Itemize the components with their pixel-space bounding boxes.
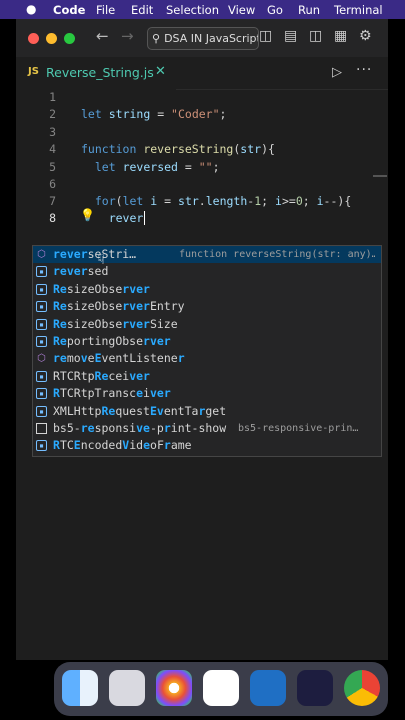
run-icon[interactable]: ▷ — [332, 65, 342, 80]
suggestion-label: XMLHttpRequestEventTarget — [53, 403, 227, 418]
menu-edit[interactable]: Edit — [131, 3, 153, 17]
suggestion-label: bs5-responsive-print-show — [53, 420, 227, 435]
variable-icon: ▪ — [36, 405, 47, 417]
menu-view[interactable]: View — [228, 3, 255, 17]
customize-layout-icon[interactable]: ▦ — [334, 28, 347, 44]
suggestion-item[interactable]: ▪ ReportingObserver — [33, 333, 381, 350]
method-icon: ⬡ — [37, 249, 46, 260]
menu-run[interactable]: Run — [298, 3, 320, 17]
suggestion-label: ResizeObserverSize — [53, 316, 178, 331]
variable-icon: ▪ — [36, 266, 47, 278]
close-tab-icon[interactable]: ✕ — [155, 64, 166, 79]
more-actions-icon[interactable]: ··· — [356, 62, 372, 78]
vscode-icon[interactable] — [250, 670, 286, 706]
suggestion-detail: function reverseString(str: any)… — [179, 249, 375, 260]
title-bar: ← → ⚲ DSA IN JavaScript ◫ ▤ ◫ ▦ ⚙ — [16, 19, 388, 57]
search-icon: ⚲ — [152, 32, 161, 45]
launchpad-icon[interactable] — [109, 670, 145, 706]
method-icon: ⬡ — [37, 353, 46, 365]
media-app-icon[interactable] — [297, 670, 333, 706]
suggestion-detail: bs5-responsive-prin… — [238, 422, 359, 434]
variable-icon: ▪ — [36, 370, 47, 382]
back-arrow-icon[interactable]: ← — [96, 27, 109, 45]
line-number: 5 — [49, 160, 56, 174]
menu-terminal[interactable]: Terminal — [334, 3, 383, 17]
code-line-5: let reversed = ""; — [94, 160, 220, 174]
code-line-2: let string = "Coder"; — [81, 107, 227, 121]
suggestion-item[interactable]: ▪ RTCRtpTransceiver — [33, 385, 381, 402]
suggestion-label: RTCRtpTransceiver — [53, 386, 171, 401]
workspace-name: DSA IN JavaScript — [164, 32, 259, 45]
menu-bar: ● Code File Edit Selection View Go Run T… — [0, 0, 405, 19]
suggestion-label: ReportingObserver — [53, 333, 171, 348]
line-number: 4 — [49, 142, 56, 156]
settings-gear-icon[interactable]: ⚙ — [359, 28, 372, 44]
line-number: 2 — [49, 107, 56, 121]
suggestion-label: ResizeObserver — [53, 281, 150, 296]
variable-icon: ▪ — [36, 318, 47, 330]
minimize-window-button[interactable] — [46, 33, 57, 44]
variable-icon: ▪ — [36, 301, 47, 313]
suggestion-item[interactable]: ▪ ResizeObserver — [33, 281, 381, 298]
variable-icon: ▪ — [36, 388, 47, 400]
chrome-icon[interactable] — [344, 670, 380, 706]
mongodb-icon[interactable] — [203, 670, 239, 706]
suggestion-item[interactable]: ▪ RTCRtpReceiver — [33, 368, 381, 385]
suggestion-item[interactable]: ▪ reversed — [33, 263, 381, 280]
line-number: 7 — [49, 194, 56, 208]
finder-icon[interactable] — [62, 670, 98, 706]
tab-label: Reverse_String.js — [46, 65, 154, 80]
close-window-button[interactable] — [28, 33, 39, 44]
zoom-window-button[interactable] — [64, 33, 75, 44]
javascript-file-icon: JS — [28, 66, 39, 77]
text-cursor — [144, 211, 145, 225]
menu-code[interactable]: Code — [53, 3, 85, 17]
suggestion-item[interactable]: ▪ ResizeObserverEntry — [33, 298, 381, 315]
suggestion-item[interactable]: ▪ RTCEncodedVideoFrame — [33, 437, 381, 454]
line-number: 6 — [49, 177, 56, 191]
suggestion-label: RTCRtpReceiver — [53, 368, 150, 383]
toggle-primary-sidebar-icon[interactable]: ◫ — [259, 28, 272, 44]
command-center-search[interactable]: ⚲ DSA IN JavaScript — [147, 27, 259, 50]
snippet-icon — [36, 422, 47, 434]
code-line-4: function reverseString(str){ — [81, 142, 275, 156]
photos-icon[interactable] — [156, 670, 192, 706]
line-number: 3 — [49, 125, 56, 139]
suggestion-label: ResizeObserverEntry — [53, 299, 185, 314]
menu-selection[interactable]: Selection — [166, 3, 219, 17]
vscode-window: ← → ⚲ DSA IN JavaScript ◫ ▤ ◫ ▦ ⚙ JS Reve… — [16, 19, 388, 660]
line-number-active: 8 — [49, 211, 56, 225]
hand-pointer-icon: ☟ — [97, 253, 105, 268]
variable-icon: ▪ — [36, 440, 47, 452]
line-number: 1 — [49, 90, 56, 104]
suggestion-label: removeEventListener — [53, 351, 185, 366]
variable-icon: ▪ — [36, 283, 47, 295]
dock — [54, 662, 388, 716]
toggle-secondary-sidebar-icon[interactable]: ◫ — [309, 28, 322, 44]
apple-menu-icon[interactable]: ● — [26, 2, 36, 16]
menu-file[interactable]: File — [96, 3, 115, 17]
suggestion-item[interactable]: bs5-responsive-print-show bs5-responsive… — [33, 420, 381, 437]
editor-tab-bar: JS Reverse_String.js ✕ ▷ ··· — [16, 57, 388, 90]
tab-reverse-string[interactable]: JS Reverse_String.js ✕ — [16, 57, 176, 90]
forward-arrow-icon[interactable]: → — [121, 27, 134, 45]
suggestion-widget: ⬡ reverseStri… function reverseString(st… — [32, 245, 382, 457]
suggestion-label: RTCEncodedVideoFrame — [53, 438, 192, 453]
variable-icon: ▪ — [36, 335, 47, 347]
suggestion-item[interactable]: ▪ XMLHttpRequestEventTarget — [33, 403, 381, 420]
suggestion-item[interactable]: ⬡ reverseStri… function reverseString(st… — [33, 246, 381, 264]
suggestion-label: reverseStri… — [53, 247, 137, 261]
scrollbar-marker — [373, 175, 387, 177]
code-line-7: for(let i = str.length-1; i>=0; i--){ — [94, 194, 352, 208]
toggle-panel-icon[interactable]: ▤ — [284, 28, 297, 44]
suggestion-item[interactable]: ⬡ removeEventListener — [33, 350, 381, 367]
lightbulb-icon[interactable]: 💡 — [80, 208, 95, 222]
menu-go[interactable]: Go — [267, 3, 283, 17]
suggestion-item[interactable]: ▪ ResizeObserverSize — [33, 316, 381, 333]
